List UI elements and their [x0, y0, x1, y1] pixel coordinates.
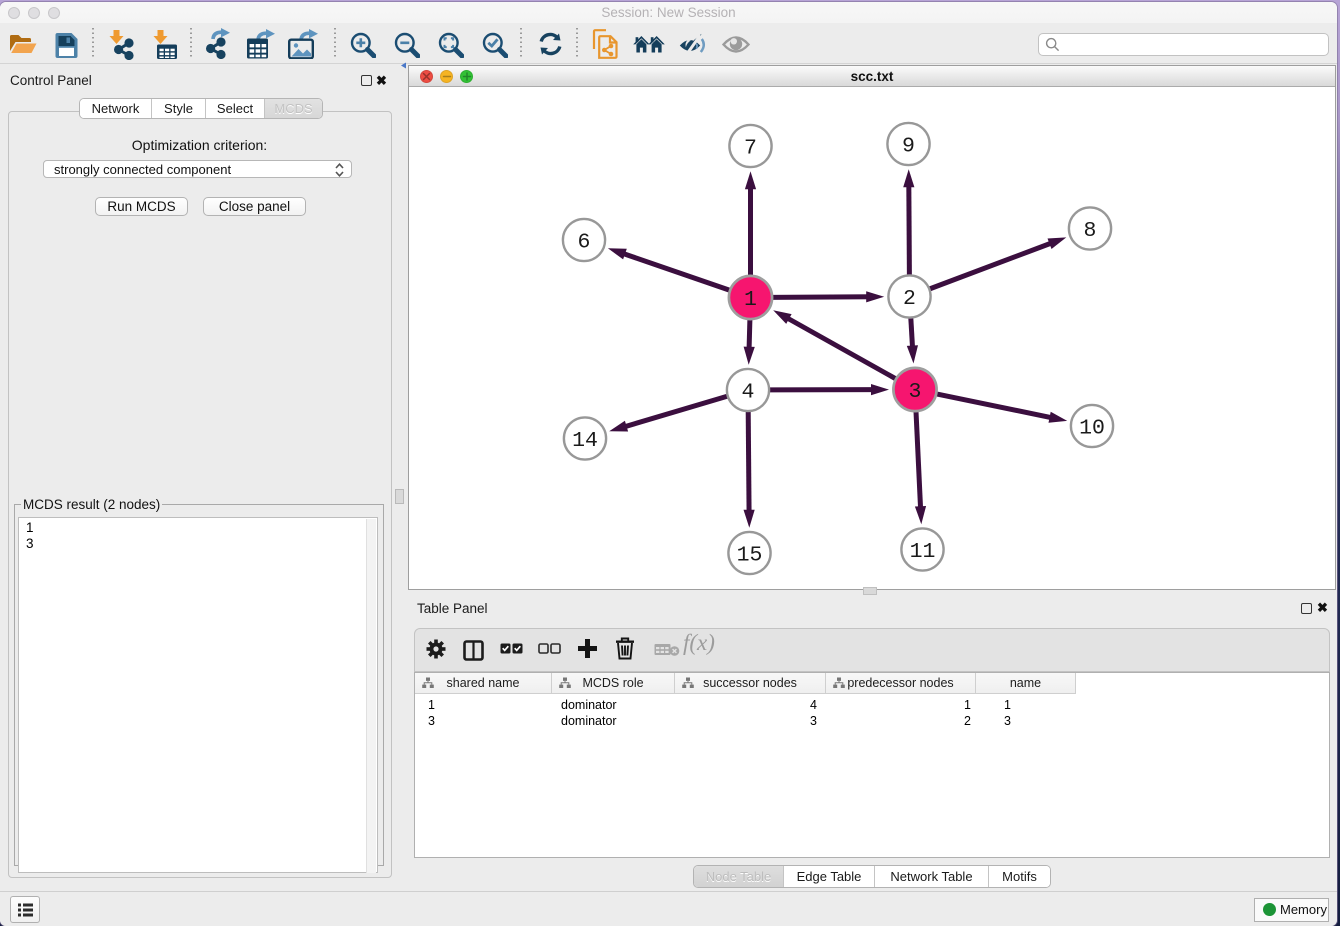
svg-text:10: 10: [1079, 417, 1105, 441]
svg-text:7: 7: [744, 137, 757, 161]
svg-text:8: 8: [1084, 219, 1097, 243]
svg-text:1: 1: [744, 288, 757, 312]
svg-text:9: 9: [902, 135, 915, 159]
svg-text:6: 6: [578, 231, 591, 255]
svg-text:4: 4: [742, 381, 755, 405]
svg-text:11: 11: [910, 540, 936, 564]
svg-text:2: 2: [903, 287, 916, 311]
svg-text:15: 15: [737, 544, 763, 568]
svg-text:14: 14: [572, 429, 598, 453]
svg-text:3: 3: [909, 380, 922, 404]
